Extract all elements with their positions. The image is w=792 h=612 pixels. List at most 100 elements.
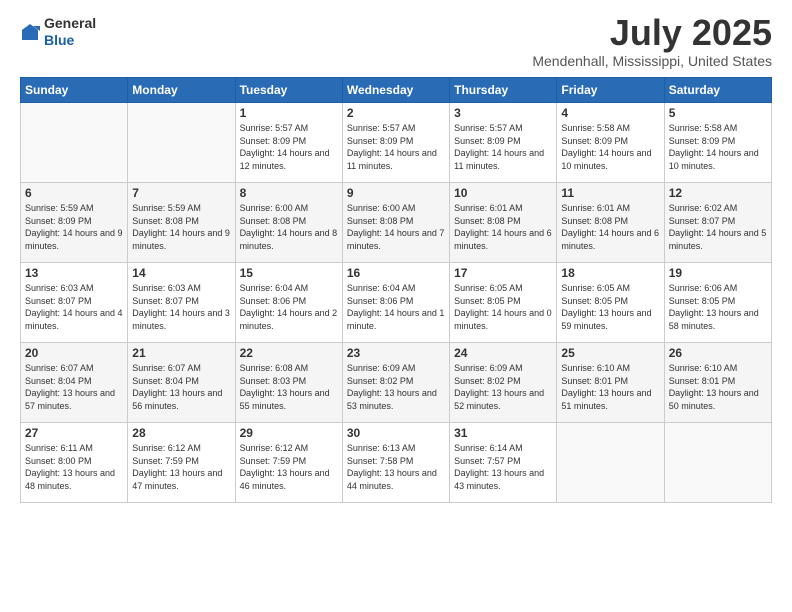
day-info: Sunrise: 6:10 AM Sunset: 8:01 PM Dayligh…	[561, 362, 659, 412]
day-info: Sunrise: 5:57 AM Sunset: 8:09 PM Dayligh…	[347, 122, 445, 172]
calendar-cell	[21, 103, 128, 183]
day-number: 25	[561, 346, 659, 360]
day-number: 17	[454, 266, 552, 280]
day-number: 24	[454, 346, 552, 360]
calendar-week-row: 6Sunrise: 5:59 AM Sunset: 8:09 PM Daylig…	[21, 183, 772, 263]
calendar-cell: 30 Sunrise: 6:13 AM Sunset: 7:58 PM Dayli…	[342, 423, 449, 503]
day-number: 13	[25, 266, 123, 280]
day-info: Sunrise: 6:12 AM Sunset: 7:59 PM Dayligh…	[240, 442, 338, 492]
day-info: Sunrise: 6:02 AM Sunset: 8:07 PM Dayligh…	[669, 202, 767, 252]
day-info: Sunrise: 6:07 AM Sunset: 8:04 PM Dayligh…	[132, 362, 230, 412]
calendar-cell: 4Sunrise: 5:58 AM Sunset: 8:09 PM Daylig…	[557, 103, 664, 183]
day-info: Sunrise: 6:04 AM Sunset: 8:06 PM Dayligh…	[240, 282, 338, 332]
calendar-week-row: 1Sunrise: 5:57 AM Sunset: 8:09 PM Daylig…	[21, 103, 772, 183]
day-number: 28	[132, 426, 230, 440]
day-number: 10	[454, 186, 552, 200]
calendar-header-row: SundayMondayTuesdayWednesdayThursdayFrid…	[21, 78, 772, 103]
calendar-week-row: 27 Sunrise: 6:11 AM Sunset: 8:00 PM Dayli…	[21, 423, 772, 503]
day-number: 21	[132, 346, 230, 360]
calendar-cell: 3 Sunrise: 5:57 AM Sunset: 8:09 PM Daylig…	[450, 103, 557, 183]
calendar-cell: 17 Sunrise: 6:05 AM Sunset: 8:05 PM Dayli…	[450, 263, 557, 343]
calendar-week-row: 20 Sunrise: 6:07 AM Sunset: 8:04 PM Dayli…	[21, 343, 772, 423]
calendar-cell: 1Sunrise: 5:57 AM Sunset: 8:09 PM Daylig…	[235, 103, 342, 183]
day-number: 9	[347, 186, 445, 200]
logo-text: General Blue	[44, 15, 96, 49]
day-number: 22	[240, 346, 338, 360]
day-info: Sunrise: 5:57 AM Sunset: 8:09 PM Dayligh…	[454, 122, 552, 172]
calendar-cell: 13 Sunrise: 6:03 AM Sunset: 8:07 PM Dayli…	[21, 263, 128, 343]
day-info: Sunrise: 6:00 AM Sunset: 8:08 PM Dayligh…	[240, 202, 338, 252]
calendar-cell	[557, 423, 664, 503]
calendar-weekday: Friday	[557, 78, 664, 103]
calendar-cell	[128, 103, 235, 183]
calendar-cell: 24Sunrise: 6:09 AM Sunset: 8:02 PM Dayli…	[450, 343, 557, 423]
day-number: 23	[347, 346, 445, 360]
day-number: 7	[132, 186, 230, 200]
day-info: Sunrise: 6:05 AM Sunset: 8:05 PM Dayligh…	[561, 282, 659, 332]
calendar: SundayMondayTuesdayWednesdayThursdayFrid…	[20, 77, 772, 503]
calendar-cell: 31 Sunrise: 6:14 AM Sunset: 7:57 PM Dayli…	[450, 423, 557, 503]
calendar-cell: 7 Sunrise: 5:59 AM Sunset: 8:08 PM Daylig…	[128, 183, 235, 263]
day-number: 18	[561, 266, 659, 280]
calendar-weekday: Tuesday	[235, 78, 342, 103]
day-number: 26	[669, 346, 767, 360]
day-number: 14	[132, 266, 230, 280]
day-number: 31	[454, 426, 552, 440]
day-info: Sunrise: 5:58 AM Sunset: 8:09 PM Dayligh…	[669, 122, 767, 172]
logo: General Blue	[20, 15, 96, 49]
day-number: 20	[25, 346, 123, 360]
calendar-cell: 12Sunrise: 6:02 AM Sunset: 8:07 PM Dayli…	[664, 183, 771, 263]
day-number: 19	[669, 266, 767, 280]
day-info: Sunrise: 6:14 AM Sunset: 7:57 PM Dayligh…	[454, 442, 552, 492]
day-number: 3	[454, 106, 552, 120]
calendar-cell	[664, 423, 771, 503]
day-number: 11	[561, 186, 659, 200]
calendar-cell: 26Sunrise: 6:10 AM Sunset: 8:01 PM Dayli…	[664, 343, 771, 423]
calendar-cell: 20Sunrise: 6:07 AM Sunset: 8:04 PM Dayli…	[21, 343, 128, 423]
calendar-cell: 27 Sunrise: 6:11 AM Sunset: 8:00 PM Dayli…	[21, 423, 128, 503]
page-container: General Blue July 2025 Mendenhall, Missi…	[0, 0, 792, 612]
day-number: 2	[347, 106, 445, 120]
day-info: Sunrise: 6:13 AM Sunset: 7:58 PM Dayligh…	[347, 442, 445, 492]
calendar-cell: 11 Sunrise: 6:01 AM Sunset: 8:08 PM Dayli…	[557, 183, 664, 263]
calendar-weekday: Wednesday	[342, 78, 449, 103]
day-number: 16	[347, 266, 445, 280]
day-number: 5	[669, 106, 767, 120]
calendar-cell: 21 Sunrise: 6:07 AM Sunset: 8:04 PM Dayli…	[128, 343, 235, 423]
day-info: Sunrise: 6:01 AM Sunset: 8:08 PM Dayligh…	[561, 202, 659, 252]
logo-icon	[20, 22, 40, 42]
calendar-cell: 14Sunrise: 6:03 AM Sunset: 8:07 PM Dayli…	[128, 263, 235, 343]
calendar-weekday: Thursday	[450, 78, 557, 103]
calendar-cell: 29 Sunrise: 6:12 AM Sunset: 7:59 PM Dayli…	[235, 423, 342, 503]
day-info: Sunrise: 6:01 AM Sunset: 8:08 PM Dayligh…	[454, 202, 552, 252]
day-info: Sunrise: 5:59 AM Sunset: 8:08 PM Dayligh…	[132, 202, 230, 252]
location: Mendenhall, Mississippi, United States	[532, 53, 772, 69]
calendar-cell: 5 Sunrise: 5:58 AM Sunset: 8:09 PM Daylig…	[664, 103, 771, 183]
calendar-cell: 22 Sunrise: 6:08 AM Sunset: 8:03 PM Dayli…	[235, 343, 342, 423]
day-number: 27	[25, 426, 123, 440]
day-info: Sunrise: 6:06 AM Sunset: 8:05 PM Dayligh…	[669, 282, 767, 332]
day-info: Sunrise: 5:58 AM Sunset: 8:09 PM Dayligh…	[561, 122, 659, 172]
day-number: 30	[347, 426, 445, 440]
calendar-cell: 6Sunrise: 5:59 AM Sunset: 8:09 PM Daylig…	[21, 183, 128, 263]
calendar-cell: 8Sunrise: 6:00 AM Sunset: 8:08 PM Daylig…	[235, 183, 342, 263]
day-info: Sunrise: 6:03 AM Sunset: 8:07 PM Dayligh…	[25, 282, 123, 332]
day-number: 29	[240, 426, 338, 440]
calendar-cell: 2 Sunrise: 5:57 AM Sunset: 8:09 PM Daylig…	[342, 103, 449, 183]
day-info: Sunrise: 6:00 AM Sunset: 8:08 PM Dayligh…	[347, 202, 445, 252]
calendar-cell: 19 Sunrise: 6:06 AM Sunset: 8:05 PM Dayli…	[664, 263, 771, 343]
day-info: Sunrise: 6:08 AM Sunset: 8:03 PM Dayligh…	[240, 362, 338, 412]
title-area: July 2025 Mendenhall, Mississippi, Unite…	[532, 15, 772, 69]
logo-blue: Blue	[44, 32, 96, 49]
day-info: Sunrise: 6:11 AM Sunset: 8:00 PM Dayligh…	[25, 442, 123, 492]
day-number: 15	[240, 266, 338, 280]
calendar-cell: 10 Sunrise: 6:01 AM Sunset: 8:08 PM Dayli…	[450, 183, 557, 263]
page-header: General Blue July 2025 Mendenhall, Missi…	[20, 15, 772, 69]
calendar-cell: 16Sunrise: 6:04 AM Sunset: 8:06 PM Dayli…	[342, 263, 449, 343]
calendar-weekday: Monday	[128, 78, 235, 103]
day-info: Sunrise: 5:57 AM Sunset: 8:09 PM Dayligh…	[240, 122, 338, 172]
calendar-cell: 15 Sunrise: 6:04 AM Sunset: 8:06 PM Dayli…	[235, 263, 342, 343]
calendar-weekday: Sunday	[21, 78, 128, 103]
day-info: Sunrise: 6:05 AM Sunset: 8:05 PM Dayligh…	[454, 282, 552, 332]
month-year: July 2025	[532, 15, 772, 51]
